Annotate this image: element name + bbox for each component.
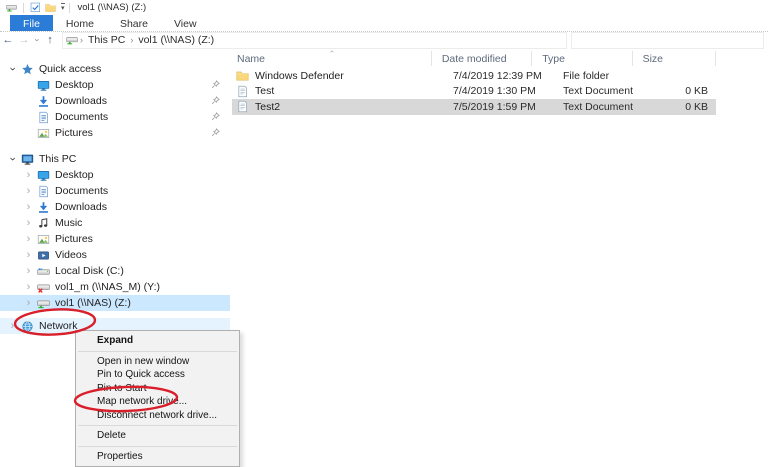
- recent-locations-chevron-icon[interactable]: ›: [32, 32, 42, 48]
- search-box[interactable]: [571, 32, 764, 49]
- chevron-collapsed-icon[interactable]: ›: [24, 233, 33, 245]
- music-icon: [37, 217, 50, 230]
- column-headers: › Name Date modified Type Size: [232, 50, 716, 67]
- file-explorer-window: ▾ vol1 (\\NAS) (Z:) File Home Share View…: [0, 0, 768, 467]
- chevron-expanded-icon[interactable]: ›: [7, 155, 19, 164]
- menu-separator: [78, 425, 237, 426]
- pictures-icon: [37, 127, 50, 140]
- menu-separator: [78, 351, 237, 352]
- column-header-type[interactable]: Type: [532, 51, 632, 66]
- tab-view[interactable]: View: [161, 15, 210, 31]
- downloads-icon: [37, 201, 50, 214]
- navigation-pane: › Quick access Desktop Downloads Documen…: [0, 61, 230, 334]
- chevron-collapsed-icon[interactable]: ›: [24, 281, 33, 293]
- chevron-collapsed-icon[interactable]: ›: [24, 169, 33, 181]
- sidebar-item-videos[interactable]: › Videos: [0, 247, 230, 263]
- qat-customize-caret-icon[interactable]: ▾: [61, 3, 65, 12]
- address-bar: ← → › ↑ › This PC › vol1 (\\NAS) (Z:): [0, 32, 768, 48]
- folder-icon: [236, 69, 249, 82]
- tab-home[interactable]: Home: [53, 15, 107, 31]
- pictures-icon: [37, 233, 50, 246]
- window-title: vol1 (\\NAS) (Z:): [78, 2, 147, 13]
- menu-item-open-in-new-window[interactable]: Open in new window: [76, 355, 239, 369]
- local-disk-icon: [37, 265, 50, 278]
- this-pc-icon: [21, 153, 34, 166]
- sidebar-item-this-pc[interactable]: › This PC: [0, 151, 230, 167]
- sidebar-item-quick-access[interactable]: › Quick access: [0, 61, 230, 77]
- sort-ascending-icon: ›: [330, 47, 333, 56]
- disconnected-network-drive-icon: [37, 281, 50, 294]
- menu-separator: [78, 446, 237, 447]
- pin-icon: [211, 96, 220, 105]
- breadcrumb-separator-icon: ›: [128, 35, 135, 45]
- sidebar-item-vol1-m-y[interactable]: › vol1_m (\\NAS_M) (Y:): [0, 279, 230, 295]
- column-header-size[interactable]: Size: [633, 51, 716, 66]
- documents-icon: [37, 185, 50, 198]
- network-drive-icon: [37, 297, 50, 310]
- divider: [69, 3, 70, 13]
- titlebar: ▾ vol1 (\\NAS) (Z:): [0, 0, 768, 15]
- qat-properties-icon[interactable]: [30, 2, 41, 13]
- sidebar-item-pictures-pinned[interactable]: Pictures: [0, 125, 230, 141]
- chevron-collapsed-icon[interactable]: ›: [24, 249, 33, 261]
- pin-icon: [211, 80, 220, 89]
- sidebar-item-documents-pinned[interactable]: Documents: [0, 109, 230, 125]
- desktop-icon: [37, 79, 50, 92]
- sidebar-item-documents[interactable]: › Documents: [0, 183, 230, 199]
- sidebar-item-desktop[interactable]: › Desktop: [0, 167, 230, 183]
- text-document-icon: [236, 100, 249, 113]
- sidebar-item-desktop-pinned[interactable]: Desktop: [0, 77, 230, 93]
- menu-item-pin-to-start[interactable]: Pin to Start: [76, 382, 239, 396]
- sidebar-item-pictures[interactable]: › Pictures: [0, 231, 230, 247]
- ribbon-tabs: File Home Share View: [0, 15, 768, 32]
- tab-file[interactable]: File: [10, 15, 53, 31]
- breadcrumb-vol1[interactable]: vol1 (\\NAS) (Z:): [135, 34, 217, 46]
- tab-share[interactable]: Share: [107, 15, 161, 31]
- sidebar-item-music[interactable]: › Music: [0, 215, 230, 231]
- desktop-icon: [37, 169, 50, 182]
- menu-item-expand[interactable]: Expand: [76, 334, 239, 348]
- downloads-icon: [37, 95, 50, 108]
- chevron-expanded-icon[interactable]: ›: [7, 65, 19, 74]
- chevron-collapsed-icon[interactable]: ›: [24, 201, 33, 213]
- pin-icon: [211, 128, 220, 137]
- context-menu: Expand Open in new window Pin to Quick a…: [75, 330, 240, 467]
- menu-item-disconnect-network-drive[interactable]: Disconnect network drive...: [76, 409, 239, 423]
- breadcrumb-this-pc[interactable]: This PC: [85, 34, 128, 46]
- menu-item-map-network-drive[interactable]: Map network drive...: [76, 395, 239, 409]
- column-header-date-modified[interactable]: Date modified: [432, 51, 532, 66]
- breadcrumb-separator-icon: ›: [78, 35, 85, 45]
- address-box[interactable]: › This PC › vol1 (\\NAS) (Z:): [62, 32, 567, 49]
- videos-icon: [37, 249, 50, 262]
- network-globe-icon: [21, 320, 34, 333]
- divider: [23, 3, 24, 13]
- chevron-collapsed-icon[interactable]: ›: [24, 265, 33, 277]
- chevron-collapsed-icon[interactable]: ›: [24, 217, 33, 229]
- file-row-test[interactable]: Test 7/4/2019 1:30 PM Text Document 0 KB: [232, 84, 716, 100]
- address-drive-icon: [66, 34, 78, 46]
- window-drive-icon[interactable]: [6, 2, 17, 13]
- text-document-icon: [236, 85, 249, 98]
- quick-access-star-icon: [21, 63, 34, 76]
- chevron-collapsed-icon[interactable]: ›: [8, 320, 17, 332]
- menu-item-delete[interactable]: Delete: [76, 429, 239, 443]
- documents-icon: [37, 111, 50, 124]
- file-row-windows-defender[interactable]: Windows Defender 7/4/2019 12:39 PM File …: [232, 68, 716, 84]
- file-list: › Name Date modified Type Size Windows D…: [232, 50, 716, 115]
- back-button[interactable]: ←: [0, 32, 16, 48]
- sidebar-item-downloads[interactable]: › Downloads: [0, 199, 230, 215]
- sidebar-item-downloads-pinned[interactable]: Downloads: [0, 93, 230, 109]
- chevron-collapsed-icon[interactable]: ›: [24, 185, 33, 197]
- sidebar-item-local-disk-c[interactable]: › Local Disk (C:): [0, 263, 230, 279]
- menu-item-properties[interactable]: Properties: [76, 450, 239, 464]
- pin-icon: [211, 112, 220, 121]
- qat-new-folder-icon[interactable]: [45, 2, 56, 13]
- sidebar-item-vol1-z[interactable]: › vol1 (\\NAS) (Z:): [0, 295, 230, 311]
- file-row-test2[interactable]: Test2 7/5/2019 1:59 PM Text Document 0 K…: [232, 99, 716, 115]
- menu-item-pin-to-quick-access[interactable]: Pin to Quick access: [76, 368, 239, 382]
- chevron-collapsed-icon[interactable]: ›: [24, 297, 33, 309]
